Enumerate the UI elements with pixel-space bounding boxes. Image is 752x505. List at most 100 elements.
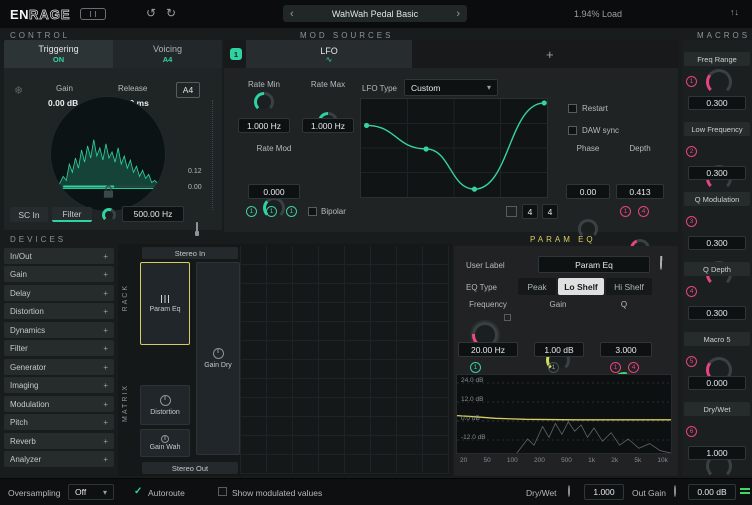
macro-number[interactable]: 1 [686,76,697,87]
phase-value[interactable]: 0.00 [566,184,610,199]
power-icon[interactable] [660,258,662,270]
next-preset-icon[interactable]: › [456,8,460,20]
macro-number[interactable]: 3 [686,216,697,227]
grid-y-value[interactable]: 4 [542,204,558,219]
note-button[interactable]: A4 [176,82,200,98]
restart-checkbox[interactable] [568,104,577,113]
eq-mod-badge[interactable]: 1 [610,362,621,373]
macro-knob[interactable] [706,69,732,95]
preset-bar[interactable]: ‹ WahWah Pedal Basic › [283,5,467,22]
add-mod-source-icon[interactable]: + [546,47,554,62]
rack-node-gain-wah[interactable]: Gain Wah [140,429,190,457]
depth-value[interactable]: 0.413 [616,184,664,199]
device-item-pitch[interactable]: Pitch+ [4,414,114,430]
lfo-slot-badge[interactable]: 1 [230,48,242,60]
device-item-modulation[interactable]: Modulation+ [4,396,114,412]
autoroute-check-icon[interactable]: ✓ [134,486,142,497]
lfo-type-dropdown[interactable]: Custom ▾ [404,79,498,96]
oversampling-dropdown[interactable]: Off ▾ [68,484,114,500]
mod-range-icon[interactable] [504,314,511,321]
out-gain-knob[interactable] [674,485,676,497]
stereo-in-node[interactable]: Stereo In [142,247,238,259]
mod-slot-badge[interactable]: 1 [266,206,277,217]
freeze-icon[interactable]: ❄ [14,84,23,97]
macro-value[interactable]: 0.300 [688,236,746,250]
device-item-delay[interactable]: Delay+ [4,285,114,301]
filter-freq-value[interactable]: 500.00 Hz [122,206,184,222]
add-device-icon[interactable]: + [103,400,108,409]
lfo-curve-editor[interactable] [360,98,548,198]
filter-button[interactable]: Filter [52,207,92,222]
macro-value[interactable]: 0.300 [688,306,746,320]
add-device-icon[interactable]: + [103,344,108,353]
add-device-icon[interactable]: + [103,326,108,335]
dry-wet-value[interactable]: 1.000 [584,484,624,500]
device-item-dynamics[interactable]: Dynamics+ [4,322,114,338]
device-item-gain[interactable]: Gain+ [4,266,114,282]
matrix-grid[interactable] [240,246,450,474]
add-device-icon[interactable]: + [103,381,108,390]
redo-icon[interactable]: ↻ [166,6,176,20]
sc-in-button[interactable]: SC In [10,207,48,222]
device-item-inout[interactable]: In/Out+ [4,248,114,264]
rate-min-knob[interactable] [254,92,274,112]
device-item-distortion[interactable]: Distortion+ [4,303,114,319]
macro-number[interactable]: 2 [686,146,697,157]
phase-knob[interactable] [578,219,598,239]
add-device-icon[interactable]: + [103,363,108,372]
eq-graph[interactable]: 24.0 dB 12.0 dB 0.0 dB -12.0 dB [456,374,672,454]
rate-max-value[interactable]: 1.000 Hz [302,118,354,133]
eq-gain-value[interactable]: 1.00 dB [534,342,584,357]
add-device-icon[interactable]: + [103,307,108,316]
add-device-icon[interactable]: + [103,289,108,298]
macro-value[interactable]: 0.000 [688,376,746,390]
add-device-icon[interactable]: + [103,437,108,446]
macro-value[interactable]: 1.000 [688,446,746,460]
add-device-icon[interactable]: + [103,252,108,261]
filter-freq-knob[interactable] [102,208,116,222]
tab-triggering[interactable]: Triggering ON [4,40,113,68]
macro-number[interactable]: 6 [686,426,697,437]
out-gain-value[interactable]: 0.00 dB [688,484,736,500]
eq-type-peak-button[interactable]: Peak [518,278,556,295]
rack-node-distortion[interactable]: Distortion [140,385,190,425]
prev-preset-icon[interactable]: ‹ [290,8,294,20]
headphones-icon[interactable] [196,222,198,233]
macro-value[interactable]: 0.300 [688,166,746,180]
add-device-icon[interactable]: + [103,418,108,427]
device-item-reverb[interactable]: Reverb+ [4,433,114,449]
add-device-icon[interactable]: + [103,455,108,464]
q-value[interactable]: 3.000 [600,342,652,357]
depth-mod-badge[interactable]: 1 [620,206,631,217]
device-item-analyzer[interactable]: Analyzer+ [4,451,114,467]
depth-mod-badge[interactable]: 4 [638,206,649,217]
stereo-out-node[interactable]: Stereo Out [142,462,238,474]
grid-icon[interactable] [506,206,517,217]
preset-name[interactable]: WahWah Pedal Basic [332,9,418,19]
device-item-filter[interactable]: Filter+ [4,340,114,356]
eq-mod-badge[interactable]: 4 [628,362,639,373]
add-device-icon[interactable]: + [103,270,108,279]
tab-voicing[interactable]: Voicing A4 [113,40,222,68]
mod-slot-badge[interactable]: 1 [286,206,297,217]
macro-value[interactable]: 0.300 [688,96,746,110]
eq-mod-badge[interactable]: 1 [470,362,481,373]
frequency-value[interactable]: 20.00 Hz [458,342,518,357]
tab-lfo[interactable]: LFO ∿ [246,40,412,68]
grid-x-value[interactable]: 4 [522,204,538,219]
rack-node-gain-dry[interactable]: Gain Dry [196,262,240,455]
show-modulated-checkbox[interactable] [218,487,227,496]
rate-mod-value[interactable]: 0.000 [248,184,300,199]
device-item-generator[interactable]: Generator+ [4,359,114,375]
rate-min-value[interactable]: 1.000 Hz [238,118,290,133]
macro-number[interactable]: 4 [686,286,697,297]
user-label-input[interactable]: Param Eq [538,256,650,273]
bipolar-checkbox[interactable] [308,207,317,216]
undo-icon[interactable]: ↺ [146,6,156,20]
eq-type-lo-shelf-button[interactable]: Lo Shelf [558,278,604,295]
autoroute-label[interactable]: Autoroute [148,488,185,498]
macro-number[interactable]: 5 [686,356,697,367]
rack-node-param-eq[interactable]: Param Eq [140,262,190,345]
show-modulated-label[interactable]: Show modulated values [232,488,322,498]
mod-slot-badge[interactable]: 1 [246,206,257,217]
